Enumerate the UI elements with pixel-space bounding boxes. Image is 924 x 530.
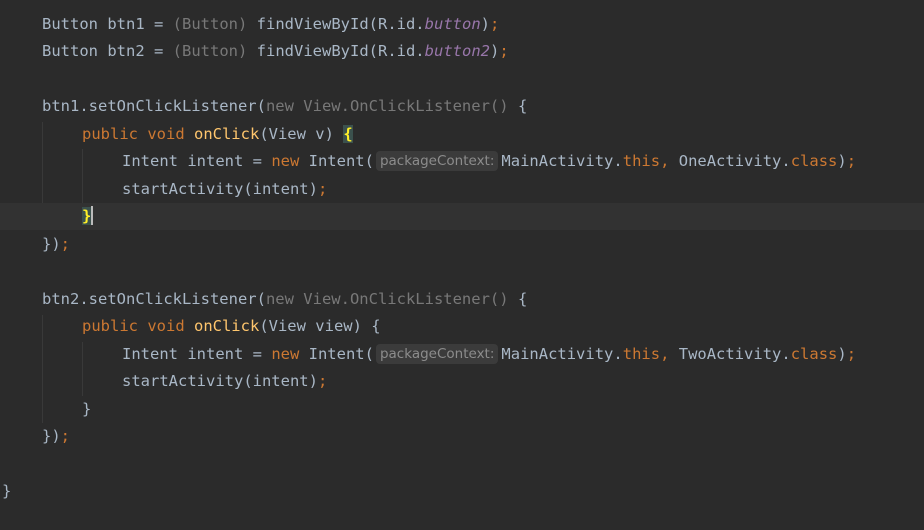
comma: , — [660, 345, 679, 363]
code-line-1[interactable]: Button btn1 = (Button) findViewById(R.id… — [0, 11, 924, 38]
close-brace: } — [2, 482, 12, 500]
cast-open: ( — [172, 42, 182, 60]
code-editor[interactable]: Button btn1 = (Button) findViewById(R.id… — [0, 0, 924, 530]
this-keyword: this — [622, 345, 661, 363]
comma: , — [660, 152, 679, 170]
constructor-token: Intent( — [308, 152, 374, 170]
cast-type: Button — [182, 42, 238, 60]
close-paren: ) — [837, 152, 847, 170]
argument-token: OneActivity. — [678, 152, 791, 170]
semicolon: ; — [490, 15, 500, 33]
new-keyword: new — [271, 345, 309, 363]
semicolon: ; — [846, 345, 857, 363]
class-keyword: class — [790, 345, 838, 363]
code-line-12[interactable]: public void onClick(View view) { — [0, 313, 924, 340]
anonymous-class-fold[interactable]: new View.OnClickListener() — [266, 290, 518, 308]
type-token: Button — [42, 15, 108, 33]
variable-token: btn1 = — [107, 15, 173, 33]
code-line-6[interactable]: Intent intent = new Intent(packageContex… — [0, 148, 924, 175]
argument-token: TwoActivity. — [678, 345, 791, 363]
semicolon: ; — [317, 372, 328, 390]
modifiers-token: public void — [82, 125, 194, 143]
code-line-14[interactable]: startActivity(intent); — [0, 368, 924, 395]
open-brace: { — [517, 97, 528, 115]
close-paren: ) — [489, 42, 500, 60]
close-paren: ) — [837, 345, 847, 363]
field-token: button2 — [424, 42, 490, 60]
anonymous-class-fold[interactable]: new View.OnClickListener() — [266, 97, 518, 115]
semicolon: ; — [499, 42, 509, 60]
params-token: (View view) — [259, 317, 372, 335]
code-line-2[interactable]: Button btn2 = (Button) findViewById(R.id… — [0, 38, 924, 65]
field-token: button — [424, 15, 481, 33]
cast-close: ) — [238, 15, 257, 33]
new-keyword: new — [271, 152, 309, 170]
method-call: btn2.setOnClickListener( — [42, 290, 266, 308]
declaration-token: Intent intent = — [122, 152, 272, 170]
declaration-token: Intent intent = — [122, 345, 272, 363]
code-line-16[interactable]: }); — [0, 423, 924, 450]
text-caret — [91, 206, 94, 225]
semicolon: ; — [317, 180, 328, 198]
code-line-15[interactable]: } — [0, 396, 924, 423]
code-line-18[interactable]: } — [0, 478, 924, 505]
code-line-8-current[interactable]: } — [0, 203, 924, 230]
code-line-7[interactable]: startActivity(intent); — [0, 176, 924, 203]
variable-token: btn2 = — [107, 42, 173, 60]
method-call: btn1.setOnClickListener( — [42, 97, 266, 115]
semicolon: ; — [60, 235, 71, 253]
semicolon: ; — [60, 427, 71, 445]
code-line-11[interactable]: btn2.setOnClickListener(new View.OnClick… — [0, 286, 924, 313]
constructor-token: Intent( — [308, 345, 374, 363]
matched-close-brace: } — [82, 207, 92, 225]
code-line-9[interactable]: }); — [0, 231, 924, 258]
code-line-5[interactable]: public void onClick(View v) { — [0, 121, 924, 148]
modifiers-token: public void — [82, 317, 194, 335]
method-name: onClick — [193, 125, 260, 143]
this-keyword: this — [622, 152, 661, 170]
type-token: Button — [42, 42, 108, 60]
parameter-hint: packageContext: — [375, 344, 499, 364]
cast-close: ) — [238, 42, 257, 60]
cast-type: Button — [182, 15, 238, 33]
class-keyword: class — [790, 152, 838, 170]
semicolon: ; — [846, 152, 857, 170]
matched-open-brace: { — [343, 125, 353, 143]
close-brace: } — [82, 400, 92, 418]
method-call: findViewById(R.id. — [256, 15, 425, 33]
argument-token: MainActivity. — [501, 152, 623, 170]
method-name: onClick — [193, 317, 260, 335]
open-brace: { — [371, 317, 381, 335]
argument-token: MainActivity. — [501, 345, 623, 363]
close-token: }) — [42, 427, 61, 445]
method-call: startActivity(intent) — [122, 372, 318, 390]
method-call: startActivity(intent) — [122, 180, 318, 198]
method-call: findViewById(R.id. — [256, 42, 425, 60]
params-token: (View v) — [259, 125, 344, 143]
open-brace: { — [517, 290, 528, 308]
close-paren: ) — [480, 15, 490, 33]
code-line-4[interactable]: btn1.setOnClickListener(new View.OnClick… — [0, 93, 924, 120]
cast-open: ( — [172, 15, 182, 33]
parameter-hint: packageContext: — [375, 151, 499, 171]
code-line-13[interactable]: Intent intent = new Intent(packageContex… — [0, 341, 924, 368]
close-token: }) — [42, 235, 61, 253]
